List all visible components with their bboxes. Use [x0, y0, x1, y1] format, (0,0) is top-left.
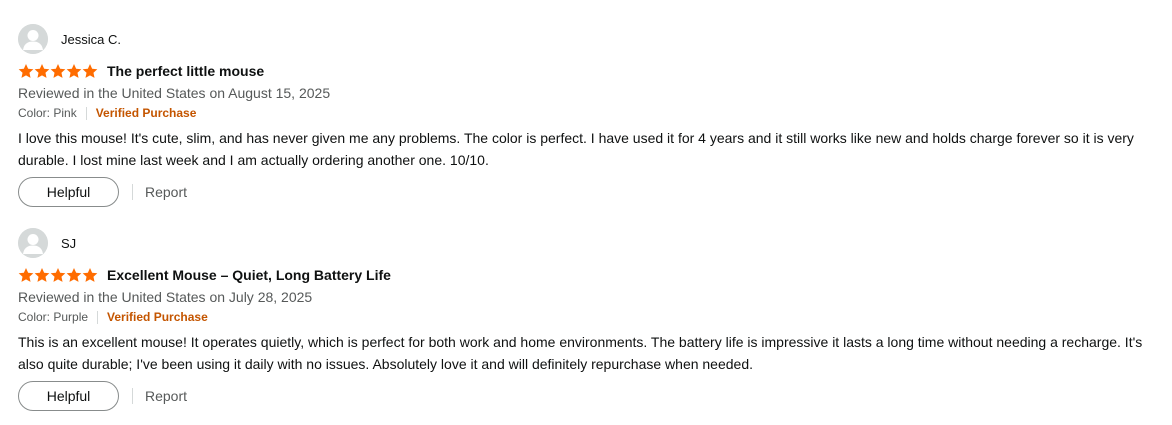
review-item: Jessica C. The perfect little mouse Revi…: [18, 24, 1158, 207]
star-icon: [18, 63, 34, 79]
product-variant[interactable]: Color: Pink: [18, 104, 77, 122]
verified-purchase-badge[interactable]: Verified Purchase: [107, 308, 208, 326]
star-rating[interactable]: [18, 63, 98, 79]
review-item: SJ Excellent Mouse – Quiet, Long Battery…: [18, 228, 1158, 411]
product-variant[interactable]: Color: Purple: [18, 308, 88, 326]
report-link[interactable]: Report: [145, 388, 187, 404]
star-icon: [34, 63, 50, 79]
profile-name[interactable]: Jessica C.: [61, 32, 121, 47]
review-profile[interactable]: SJ: [18, 228, 1158, 258]
review-date: Reviewed in the United States on July 28…: [18, 289, 313, 305]
report-link[interactable]: Report: [145, 184, 187, 200]
star-rating[interactable]: [18, 267, 98, 283]
default-user-icon: [18, 24, 48, 54]
profile-name[interactable]: SJ: [61, 236, 76, 251]
star-icon: [34, 267, 50, 283]
star-icon: [66, 267, 82, 283]
divider: [97, 310, 99, 324]
star-icon: [50, 63, 66, 79]
review-profile[interactable]: Jessica C.: [18, 24, 1158, 54]
star-icon: [82, 63, 98, 79]
helpful-button[interactable]: Helpful: [18, 177, 119, 207]
star-icon: [66, 63, 82, 79]
divider: [132, 388, 133, 404]
verified-purchase-badge[interactable]: Verified Purchase: [96, 104, 197, 122]
star-icon: [50, 267, 66, 283]
divider: [132, 184, 133, 200]
review-title[interactable]: The perfect little mouse: [107, 63, 264, 79]
review-body: I love this mouse! It's cute, slim, and …: [18, 130, 1134, 168]
star-icon: [18, 267, 34, 283]
star-icon: [82, 267, 98, 283]
review-body: This is an excellent mouse! It operates …: [18, 334, 1143, 372]
default-user-icon: [18, 228, 48, 258]
review-title[interactable]: Excellent Mouse – Quiet, Long Battery Li…: [107, 267, 391, 283]
review-date: Reviewed in the United States on August …: [18, 85, 331, 101]
helpful-button[interactable]: Helpful: [18, 381, 119, 411]
divider: [85, 106, 87, 120]
